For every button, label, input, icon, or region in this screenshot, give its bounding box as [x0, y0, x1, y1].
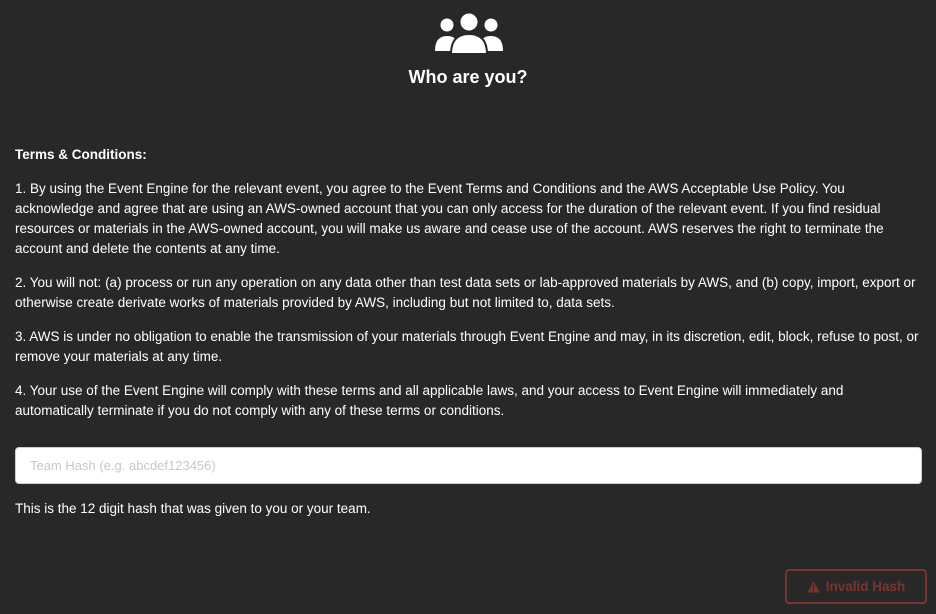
team-hash-input[interactable] — [15, 447, 922, 484]
terms-and-conditions: Terms & Conditions: 1. By using the Even… — [15, 145, 925, 435]
terms-paragraph-2: 2. You will not: (a) process or run any … — [15, 275, 916, 310]
invalid-hash-button[interactable]: Invalid Hash — [785, 569, 927, 604]
terms-heading: Terms & Conditions: — [15, 147, 147, 162]
terms-paragraph-3: 3. AWS is under no obligation to enable … — [15, 329, 919, 364]
page-title: Who are you? — [408, 67, 528, 87]
terms-paragraph-4: 4. Your use of the Event Engine will com… — [15, 383, 844, 418]
users-icon — [435, 11, 503, 55]
invalid-hash-label: Invalid Hash — [825, 579, 906, 594]
hash-help-text: This is the 12 digit hash that was given… — [15, 501, 371, 516]
warning-icon — [807, 581, 820, 592]
terms-paragraph-1: 1. By using the Event Engine for the rel… — [15, 181, 884, 256]
